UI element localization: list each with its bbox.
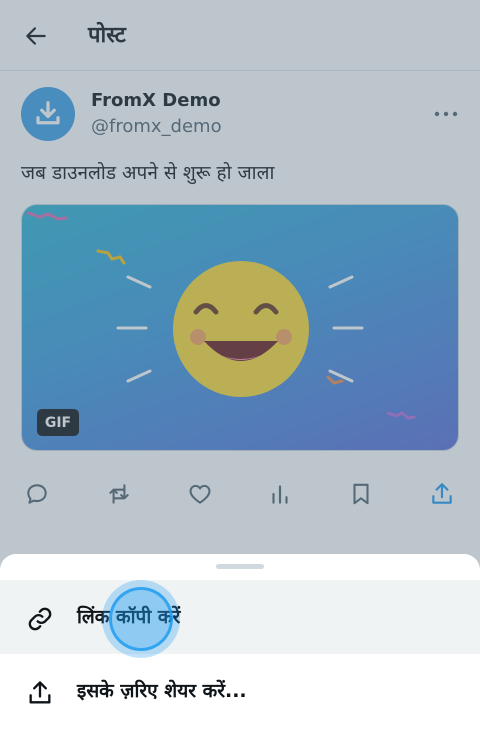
- share-via-label: इसके ज़रिए शेयर करें...: [77, 680, 247, 702]
- touch-indicator-core: [109, 587, 173, 651]
- share-via-icon: [26, 679, 54, 707]
- link-icon: [26, 605, 54, 633]
- share-via-option[interactable]: इसके ज़रिए शेयर करें...: [0, 654, 480, 728]
- share-sheet: लिंक कॉपी करें इसके ज़रिए शेयर करें...: [0, 554, 480, 755]
- sheet-grabber[interactable]: [216, 564, 264, 569]
- copy-link-option[interactable]: लिंक कॉपी करें: [0, 580, 480, 654]
